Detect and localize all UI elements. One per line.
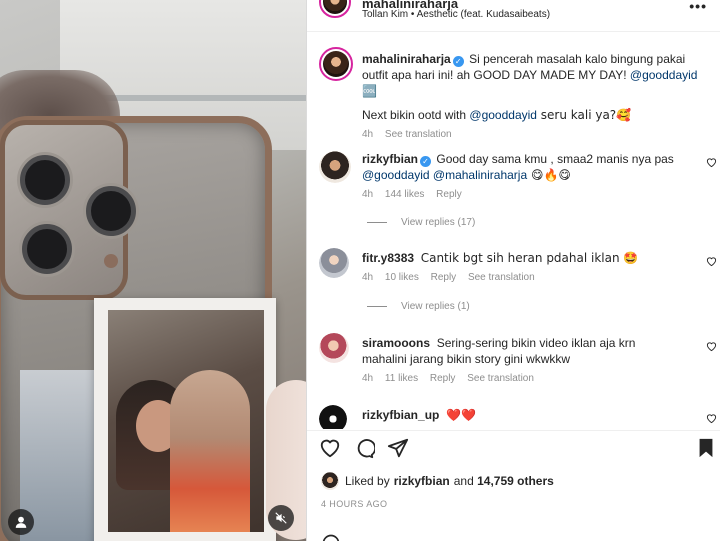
- author-avatar[interactable]: [319, 0, 351, 18]
- speaker-muted-icon: [275, 512, 287, 524]
- caption-author-avatar[interactable]: [319, 47, 353, 81]
- comment-bubble-icon[interactable]: [353, 437, 375, 459]
- caption-line2-text: Next bikin ootd with: [362, 108, 470, 122]
- comment-body: ❤️❤️: [446, 408, 476, 422]
- post-media-video[interactable]: [0, 0, 306, 541]
- post-timestamp: 4 HOURS AGO: [321, 499, 388, 509]
- comment-time: 4h: [362, 373, 374, 384]
- likes-middle: and: [453, 474, 474, 488]
- comment-body: Cantik bgt sih heran pdahal iklan 🤩: [420, 251, 639, 265]
- caption-text: mahaliniraharja ✓ Si pencerah masalah kal…: [362, 51, 702, 99]
- caption-time: 4h: [362, 129, 374, 140]
- caption-username[interactable]: mahaliniraharja: [362, 52, 451, 66]
- tagged-user-button[interactable]: [8, 509, 34, 535]
- polaroid-photo-image: [108, 310, 264, 532]
- comment-like-heart-icon[interactable]: [706, 341, 717, 352]
- comment-mention[interactable]: @gooddayid @mahaliniraharja: [362, 168, 527, 182]
- heart-outline-icon[interactable]: [319, 437, 341, 459]
- comment-see-translation[interactable]: See translation: [468, 272, 535, 283]
- caption-line2-mention[interactable]: @gooddayid: [469, 108, 537, 122]
- commenter-username[interactable]: rizkyfbian_up: [362, 408, 439, 422]
- caption-meta: 4h See translation: [362, 129, 461, 140]
- comment-time: 4h: [362, 189, 374, 200]
- polaroid-photo: [94, 298, 276, 541]
- comment-likes-count[interactable]: 144 likes: [385, 189, 424, 200]
- commenter-avatar[interactable]: [319, 333, 349, 363]
- photo-person-body: [170, 370, 250, 532]
- commenter-username[interactable]: siramooons: [362, 336, 430, 350]
- verified-badge-icon: ✓: [452, 56, 464, 67]
- commenter-avatar[interactable]: [319, 405, 347, 429]
- comment-meta: 4h 11 likes Reply See translation: [362, 373, 543, 384]
- liker-username[interactable]: rizkyfbian: [394, 474, 450, 488]
- user-icon: [15, 516, 27, 528]
- view-replies-label: View replies (1): [401, 301, 470, 312]
- commenter-avatar[interactable]: [319, 151, 351, 183]
- liker-avatar: [321, 472, 339, 490]
- camera-lens: [86, 186, 136, 236]
- comment-likes-count[interactable]: 11 likes: [385, 373, 418, 384]
- view-replies-button[interactable]: View replies (1): [367, 301, 470, 312]
- camera-lens: [22, 224, 72, 274]
- comment-meta: 4h 10 likes Reply See translation: [362, 272, 544, 283]
- view-replies-button[interactable]: View replies (17): [367, 217, 475, 228]
- comment-body: Good day sama kmu , smaa2 manis nya pas: [436, 152, 674, 166]
- comment-like-heart-icon[interactable]: [706, 157, 717, 168]
- commenter-username[interactable]: fitr.y8383: [362, 251, 414, 265]
- post-side-panel: mahaliniraharja Tollan Kim • Aesthetic (…: [306, 0, 720, 541]
- comment-reply-button[interactable]: Reply: [430, 373, 456, 384]
- post-action-bar: [307, 430, 720, 464]
- comment-text: rizkyfbian ✓ Good day sama kmu , smaa2 ma…: [362, 151, 692, 183]
- view-replies-label: View replies (17): [401, 217, 476, 228]
- comment-like-heart-icon[interactable]: [706, 413, 717, 424]
- mute-button[interactable]: [268, 505, 294, 531]
- comment-text: rizkyfbian_up ❤️❤️: [362, 407, 682, 423]
- audio-track-link[interactable]: Tollan Kim • Aesthetic (feat. Kudasaibea…: [362, 9, 550, 20]
- comment-reply-button[interactable]: Reply: [431, 272, 457, 283]
- verified-badge-icon: ✓: [420, 156, 432, 167]
- post-header: mahaliniraharja Tollan Kim • Aesthetic (…: [307, 0, 720, 32]
- commenter-avatar[interactable]: [319, 248, 349, 278]
- commenter-username[interactable]: rizkyfbian: [362, 152, 418, 166]
- comment-text: fitr.y8383 Cantik bgt sih heran pdahal i…: [362, 250, 692, 266]
- comment-reply-button[interactable]: Reply: [436, 189, 462, 200]
- more-options-icon[interactable]: •••: [689, 0, 707, 14]
- replies-divider: [367, 306, 387, 307]
- caption-emoji: 🆒: [362, 84, 377, 98]
- paper-plane-icon[interactable]: [387, 437, 409, 459]
- caption-line2: Next bikin ootd with @gooddayid seru kal…: [362, 107, 702, 123]
- emoji-picker-icon[interactable]: [321, 533, 341, 541]
- comment-see-translation[interactable]: See translation: [467, 373, 534, 384]
- likes-summary[interactable]: Liked by rizkyfbian and 14,759 others: [321, 472, 554, 490]
- comment-text: siramooons Sering-sering bikin video ikl…: [362, 335, 682, 367]
- replies-divider: [367, 222, 387, 223]
- caption-mention[interactable]: @gooddayid: [630, 68, 698, 82]
- comment-like-heart-icon[interactable]: [706, 256, 717, 267]
- likes-others-count[interactable]: 14,759 others: [477, 474, 554, 488]
- comment-time: 4h: [362, 272, 374, 283]
- comment-emoji: 😋🔥😋: [527, 168, 571, 182]
- comment-likes-count[interactable]: 10 likes: [385, 272, 419, 283]
- camera-flash: [104, 254, 118, 268]
- caption-see-translation[interactable]: See translation: [385, 129, 452, 140]
- likes-prefix: Liked by: [345, 474, 390, 488]
- caption-line2-end: seru kali ya?🥰: [536, 108, 632, 122]
- comment-meta: 4h 144 likes Reply: [362, 189, 471, 200]
- camera-lens: [20, 155, 70, 205]
- bookmark-filled-icon[interactable]: [695, 437, 717, 459]
- comments-list[interactable]: mahaliniraharja ✓ Si pencerah masalah kal…: [307, 33, 720, 429]
